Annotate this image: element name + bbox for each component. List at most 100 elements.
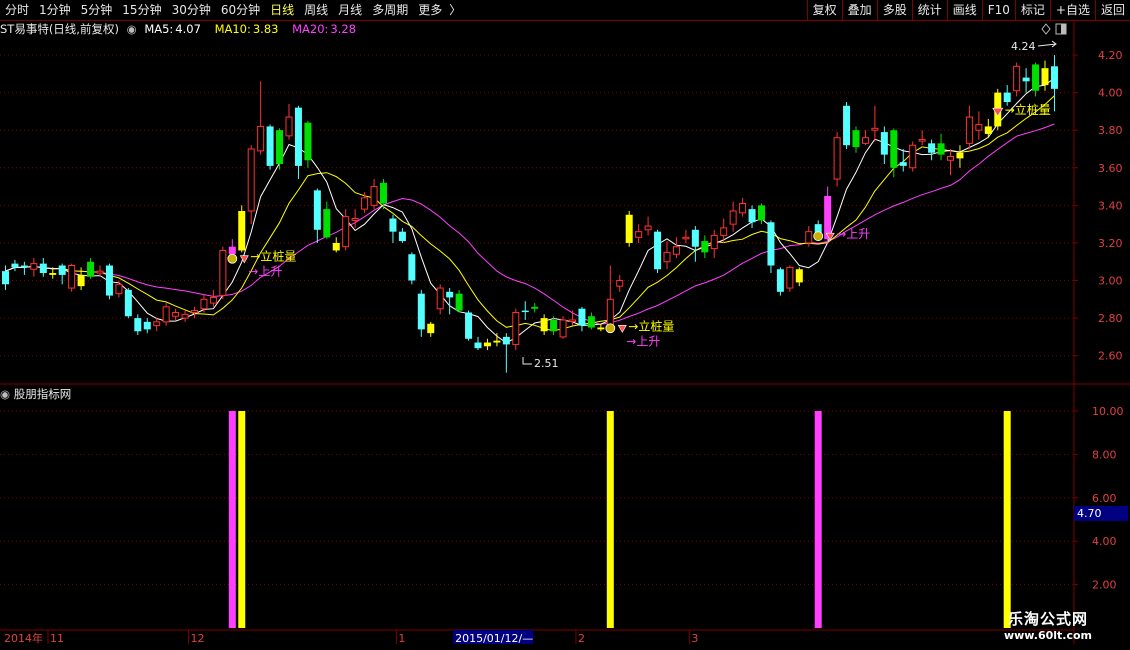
candle-body [956, 152, 964, 159]
candle [663, 241, 671, 270]
candle-body [313, 190, 321, 230]
candle [493, 333, 501, 347]
candle-body [247, 148, 255, 212]
rise-label: →上升 [626, 334, 660, 348]
candle-body [587, 316, 595, 328]
candle-body [559, 319, 567, 338]
candle-body [786, 266, 794, 289]
money-bag-icon [813, 231, 824, 242]
candle-body [351, 218, 359, 221]
candle [105, 263, 113, 300]
candle [153, 318, 161, 332]
candle-body [918, 139, 926, 142]
candle [606, 265, 614, 332]
candle-body [833, 137, 841, 180]
signal-group: →上升 [813, 227, 870, 242]
ma5-line [5, 77, 1055, 344]
candle-body [975, 124, 983, 131]
candle-body [654, 231, 662, 270]
settings-icon[interactable]: ◉ [0, 387, 10, 401]
candle-body [606, 298, 614, 329]
candle-body [616, 280, 624, 287]
candle-body [380, 182, 387, 204]
money-bag-icon [605, 323, 616, 334]
candle-body [398, 231, 406, 242]
candle-body [181, 313, 189, 319]
candle-body [153, 321, 161, 327]
indicator-tick-label-6-00: 6.00 [1092, 492, 1117, 505]
candle [540, 314, 548, 336]
candle-body [172, 311, 180, 317]
indicator-axis: 2.00 4.00 6.00 8.00 10.00 [1074, 405, 1124, 592]
candle [984, 118, 992, 138]
candle [58, 263, 66, 285]
candle-body [720, 227, 728, 236]
candle [323, 201, 331, 240]
candle [786, 265, 794, 292]
candle [1041, 60, 1049, 91]
signal-label: →立桩量 [628, 318, 674, 333]
candle [247, 145, 255, 225]
indicator-tick-label-10-00: 10.00 [1092, 405, 1124, 418]
indicator-bar [228, 411, 236, 628]
candle [937, 133, 945, 161]
candle-body [795, 269, 803, 283]
candle-body [578, 308, 586, 326]
price-axis: 2.60 2.80 3.00 3.20 3.40 3.60 3.80 4.00 4.20 [1074, 49, 1123, 363]
candle-body [758, 205, 765, 221]
candle-body [77, 274, 85, 287]
candle-body [965, 116, 973, 144]
indicator-value-readout: 4.70 [1074, 506, 1128, 521]
candle [11, 259, 19, 272]
price-tick-label-3-40: 3.40 [1098, 199, 1123, 212]
indicator-bars [228, 411, 1011, 628]
candle [833, 132, 841, 187]
candle-body [68, 264, 76, 289]
candle [370, 179, 378, 210]
candle [304, 120, 312, 168]
candle-body [143, 321, 151, 330]
candle [597, 323, 605, 332]
indicator-tick-label-8-00: 8.00 [1092, 448, 1117, 461]
candle [890, 128, 898, 178]
candle-body [776, 269, 784, 292]
date-label-1: 1 [398, 632, 405, 645]
candle [512, 308, 520, 351]
candle-body [1013, 65, 1021, 92]
candle-body [890, 130, 898, 168]
candle [635, 224, 643, 243]
candle [947, 148, 954, 176]
candle-body [87, 261, 95, 277]
price-tick-label-4-00: 4.00 [1098, 87, 1123, 100]
candle-body [937, 143, 945, 155]
candle-body [200, 298, 208, 310]
low-price-label: 2.51 [534, 357, 559, 370]
candle [143, 318, 151, 334]
candle [96, 265, 104, 277]
candle-body [124, 289, 132, 317]
candle [672, 237, 680, 258]
candle-body [30, 263, 38, 270]
candle-body [370, 186, 378, 206]
candle [880, 126, 888, 165]
price-tick-label-3-80: 3.80 [1098, 124, 1123, 137]
candle-body [436, 287, 444, 310]
candle-body [417, 293, 425, 330]
candle [68, 263, 76, 292]
candle-body [20, 265, 28, 268]
candle [342, 209, 350, 251]
cursor-date-label: 2015/01/12/— [455, 632, 533, 645]
candle-body [446, 291, 454, 298]
candle [20, 261, 28, 275]
candle [843, 102, 851, 149]
candle-body [11, 263, 19, 268]
candle [276, 128, 284, 170]
candle [739, 197, 747, 217]
candle-body [521, 310, 529, 313]
candle-body [389, 218, 397, 232]
candle-body [899, 162, 907, 166]
candle [115, 280, 123, 298]
candle-body [162, 306, 170, 323]
candle [918, 130, 926, 146]
candle [219, 246, 227, 300]
